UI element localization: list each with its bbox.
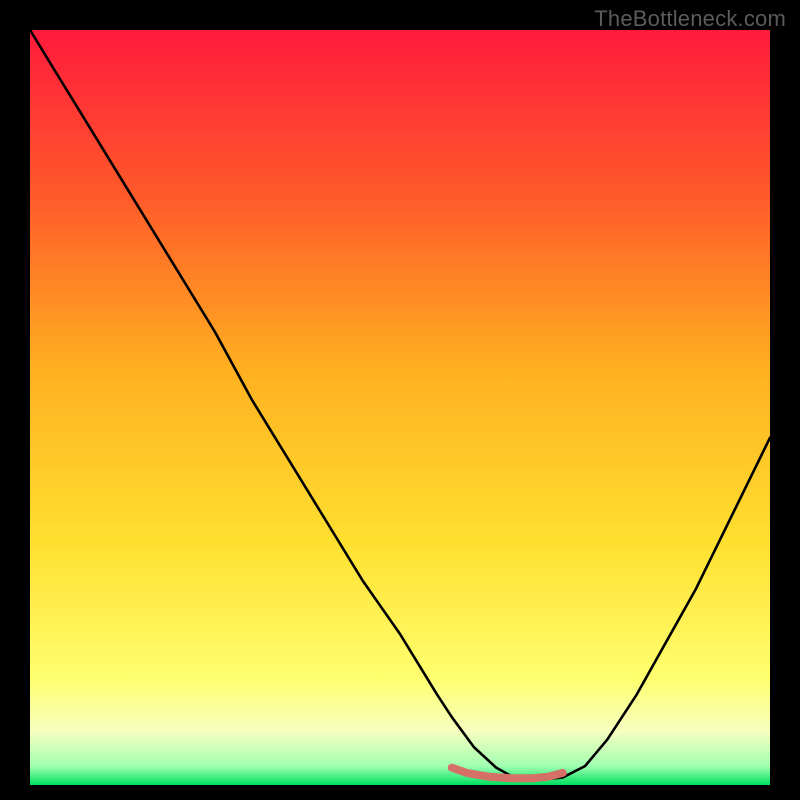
chart-svg — [30, 30, 770, 785]
plot-area — [30, 30, 770, 785]
watermark-text: TheBottleneck.com — [594, 6, 786, 32]
gradient-background — [30, 30, 770, 785]
chart-frame: TheBottleneck.com — [0, 0, 800, 800]
